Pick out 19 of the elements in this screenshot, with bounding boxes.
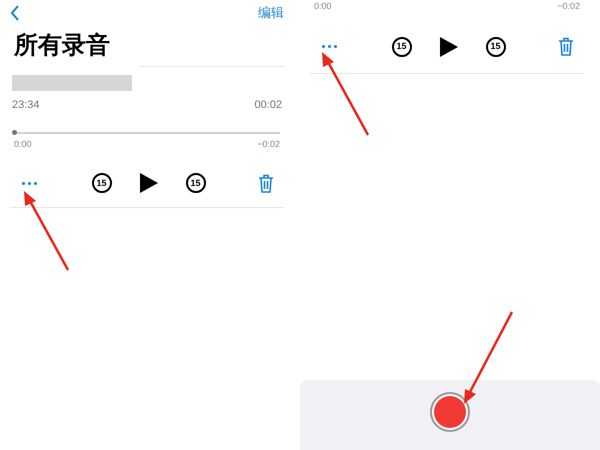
remaining-time: −0:02	[557, 0, 580, 13]
play-icon[interactable]	[440, 36, 458, 56]
edit-link[interactable]: 编辑	[258, 3, 284, 23]
record-button[interactable]	[430, 392, 470, 432]
play-icon[interactable]	[140, 173, 158, 193]
progress-thumb[interactable]	[12, 130, 17, 135]
recording-time: 23:34	[12, 98, 40, 113]
back-icon[interactable]	[10, 5, 20, 21]
elapsed-time: 0:00	[14, 138, 32, 150]
skip-forward-button[interactable]: 15	[486, 36, 506, 56]
trash-icon[interactable]	[558, 37, 574, 56]
skip-back-button[interactable]: 15	[392, 36, 412, 56]
page-title: 所有录音	[14, 31, 111, 61]
skip-forward-button[interactable]: 15	[186, 173, 206, 193]
trash-icon[interactable]	[258, 174, 274, 192]
elapsed-time: 0:00	[314, 0, 332, 13]
skip-back-button[interactable]: 15	[92, 173, 112, 193]
remaining-time: −0:02	[257, 138, 280, 150]
recording-duration: 00:02	[254, 98, 282, 113]
